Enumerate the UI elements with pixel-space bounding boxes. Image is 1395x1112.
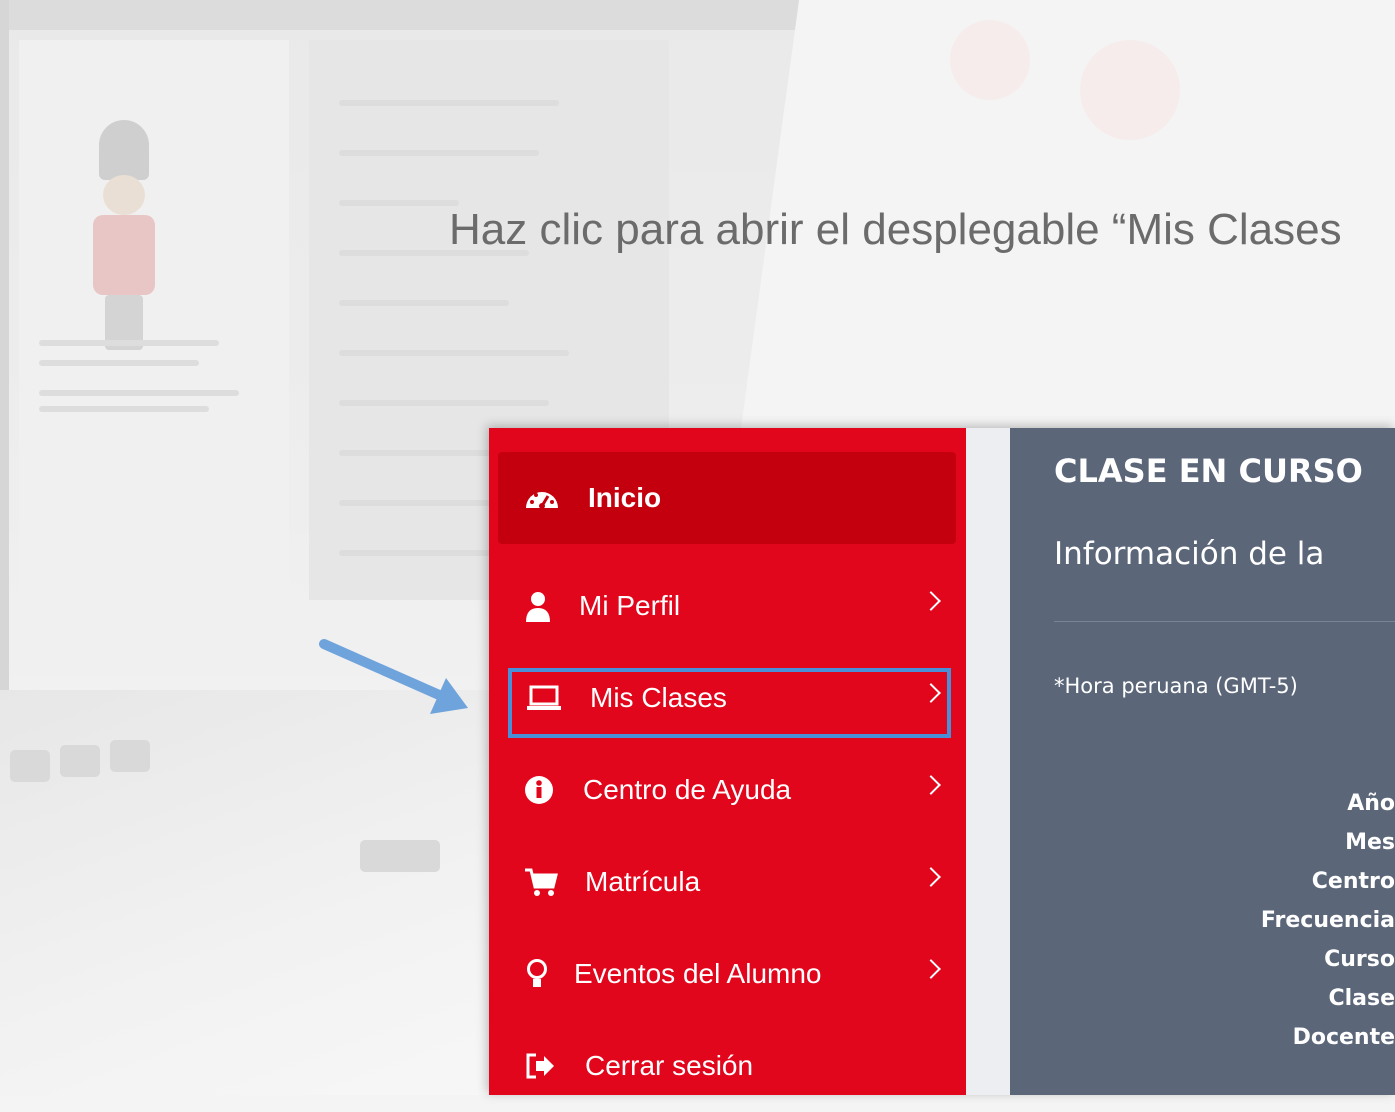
instruction-text: Haz clic para abrir el desplegable “Mis …: [449, 205, 1342, 254]
sidebar-item-label: Centro de Ayuda: [583, 774, 792, 805]
dashboard-icon: [524, 452, 560, 544]
background-header: [9, 0, 799, 30]
background-panel-left: [19, 40, 289, 600]
app-screenshot: Inicio Mi Perfil Mis Clases Centro de Ay…: [489, 428, 1395, 1095]
section-title: Información de la: [1054, 536, 1325, 572]
background-watermark: [930, 0, 1210, 200]
sidebar-item-label: Inicio: [588, 482, 662, 513]
field-label-docente: Docente: [1292, 1025, 1395, 1050]
pointer-arrow-icon: [319, 639, 468, 714]
sidebar-item-label: Matrícula: [585, 866, 701, 897]
field-label-centro: Centro: [1311, 869, 1395, 894]
user-icon: [524, 560, 552, 652]
chevron-right-icon: [921, 867, 941, 887]
chevron-right-icon: [921, 959, 941, 979]
divider: [1054, 621, 1395, 622]
sidebar-item-centro-de-ayuda[interactable]: Centro de Ayuda: [498, 744, 956, 836]
field-label-ano: Año: [1347, 791, 1395, 816]
field-label-clase: Clase: [1328, 986, 1395, 1011]
sidebar-item-cerrar-sesion[interactable]: Cerrar sesión: [498, 1020, 956, 1112]
chevron-right-icon: [921, 591, 941, 611]
main-content: CLASE EN CURSO Información de la *Hora p…: [1010, 428, 1395, 1095]
sidebar-item-eventos-del-alumno[interactable]: Eventos del Alumno: [498, 928, 956, 1020]
sidebar-item-mi-perfil[interactable]: Mi Perfil: [498, 560, 956, 652]
sidebar: Inicio Mi Perfil Mis Clases Centro de Ay…: [489, 428, 966, 1095]
sidebar-item-label: Mi Perfil: [579, 590, 681, 621]
layout-gutter: [966, 428, 1010, 1095]
sidebar-item-label: Eventos del Alumno: [574, 958, 822, 989]
sidebar-item-label: Cerrar sesión: [585, 1050, 754, 1081]
field-label-curso: Curso: [1324, 947, 1395, 972]
sidebar-item-matricula[interactable]: Matrícula: [498, 836, 956, 928]
chevron-right-icon: [921, 775, 941, 795]
timezone-note: *Hora peruana (GMT-5): [1054, 674, 1298, 698]
background-guard-illustration: [79, 120, 169, 350]
background-keyboard: [0, 690, 520, 1095]
highlight-box: [508, 668, 951, 738]
cart-icon: [524, 836, 558, 928]
lightbulb-icon: [526, 928, 548, 1020]
field-label-mes: Mes: [1345, 830, 1395, 855]
sidebar-item-inicio[interactable]: Inicio: [498, 452, 956, 544]
info-icon: [524, 744, 554, 836]
field-label-frecuencia: Frecuencia: [1260, 908, 1395, 933]
page-title: CLASE EN CURSO: [1054, 452, 1363, 490]
signout-icon: [524, 1020, 556, 1112]
